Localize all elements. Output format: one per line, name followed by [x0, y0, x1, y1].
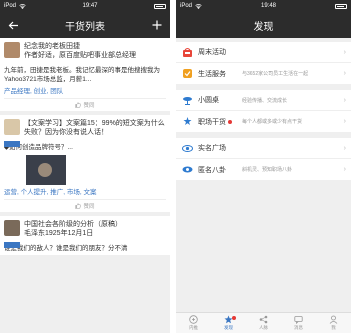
carrier-label: iPod: [4, 3, 17, 9]
menu-item-anonymous[interactable]: 匿名八卦 斜机灵、预知职场八卦 ›: [176, 159, 351, 180]
menu-item-label: 生活服务: [198, 70, 226, 78]
menu-item-label: 职场干货: [198, 117, 242, 127]
like-label: 赞同: [83, 103, 95, 109]
wifi-icon: [195, 3, 202, 9]
menu-item-desc: 与3652家公司员工生活在一起: [242, 71, 309, 77]
like-button[interactable]: 赞同: [4, 98, 166, 109]
tab-message[interactable]: 消息: [281, 313, 316, 333]
post-card[interactable]: 【文案学习】文案篇15：99%的短文案为什么失败？因为你没有说人话！ ◆如何创造…: [0, 115, 170, 216]
chevron-right-icon: ›: [343, 70, 346, 77]
status-time: 19:48: [261, 3, 277, 9]
avatar[interactable]: [4, 119, 20, 135]
tab-network[interactable]: 人脉: [246, 313, 281, 333]
post-subtitle: 毛泽东1925年12月1日: [24, 230, 94, 237]
menu-item-label: 小圆桌: [198, 97, 219, 104]
like-label: 赞同: [83, 204, 95, 210]
menu-item-round-table[interactable]: 小圆桌 经验传播、交流成长 ›: [176, 90, 351, 111]
profile-icon: [329, 315, 338, 324]
tab-label: 我: [331, 325, 336, 330]
thumbs-up-icon: [75, 102, 82, 108]
like-button[interactable]: 赞同: [4, 199, 166, 210]
post-body: 谁是我们的敌人？谁是我们的朋友？分不清: [4, 245, 128, 252]
referral-icon: [189, 315, 198, 324]
chevron-right-icon: ›: [343, 48, 346, 56]
right-screen: iPod 19:48 发现 周末活动 › 生活服务 与3652家公司员工生活在一…: [176, 0, 351, 333]
post-subtitle: 作者好适，原百度贴吧事业部总经理: [24, 52, 136, 59]
post-title: 【文案学习】文案篇15：99%的短文案为什么失败？因为你没有说人话！: [24, 120, 165, 136]
wifi-icon: [19, 3, 26, 9]
post-thumbnail[interactable]: [26, 155, 66, 185]
page-title: 发现: [253, 21, 274, 33]
post-body: ◆如何创造品牌符号？...: [4, 144, 73, 151]
menu-item-life-service[interactable]: 生活服务 与3652家公司员工生活在一起 ›: [176, 63, 351, 84]
menu-item-label: 实名广场: [198, 145, 226, 152]
post-body: 九年前，田捷是我老板。我记忆最深的事是他搜搜我为Yahoo3721市场总监，月薪…: [4, 67, 160, 83]
add-icon[interactable]: [150, 18, 164, 32]
anonymous-icon: [181, 164, 193, 176]
post-title: 纪念我的老板田捷: [24, 43, 80, 50]
menu-item-career[interactable]: 职场干货 每个人都或多或少有点干货 ›: [176, 111, 351, 132]
menu-item-desc: 斜机灵、预知职场八卦: [242, 167, 293, 173]
tab-referral[interactable]: 内推: [176, 313, 211, 333]
tab-bar: 内推 发现 人脉 消息 我: [176, 312, 351, 333]
left-screen: iPod 19:47 干货列表 纪念我的老板田捷 作者好适，原百度贴吧事业部总经…: [0, 0, 170, 333]
tab-discover[interactable]: 发现: [211, 313, 246, 333]
battery-icon: [335, 3, 347, 9]
menu-item-label: 周末活动: [198, 49, 226, 56]
avatar-badge: [4, 242, 20, 248]
tab-label: 内推: [189, 325, 198, 330]
menu-group: 小圆桌 经验传播、交流成长 › 职场干货 每个人都或多或少有点干货 ›: [176, 90, 351, 132]
menu-group: 周末活动 › 生活服务 与3652家公司员工生活在一起 ›: [176, 42, 351, 84]
chevron-right-icon: ›: [343, 118, 346, 125]
carrier-label: iPod: [180, 3, 193, 9]
tab-label: 发现: [224, 325, 233, 330]
menu-item-real-name[interactable]: 实名广场 ›: [176, 138, 351, 159]
menu-item-desc: 经验传播、交流成长: [242, 97, 288, 104]
page-title: 干货列表: [65, 21, 105, 33]
post-feed: 纪念我的老板田捷 作者好适，原百度贴吧事业部总经理 九年前，田捷是我老板。我记忆…: [0, 38, 170, 333]
round-table-icon: [181, 94, 193, 106]
chevron-right-icon: ›: [343, 96, 346, 104]
career-icon: [181, 116, 193, 128]
notification-dot: [232, 316, 236, 320]
network-icon: [259, 315, 268, 324]
tab-label: 消息: [294, 325, 303, 330]
message-icon: [294, 316, 303, 324]
post-card[interactable]: 中国社会各阶级的分析（原稿） 毛泽东1925年12月1日 谁是我们的敌人？谁是我…: [0, 216, 170, 259]
avatar[interactable]: [4, 42, 20, 58]
status-bar: iPod 19:47: [0, 0, 170, 12]
nav-bar: 干货列表: [0, 12, 170, 38]
life-service-icon: [181, 68, 193, 80]
post-title: 中国社会各阶级的分析（原稿）: [24, 221, 122, 228]
notification-dot: [228, 119, 232, 124]
post-tags[interactable]: 运营, 个人提升, 推广, 市场, 文案: [4, 186, 166, 196]
menu-item-label: 匿名八卦: [198, 166, 226, 174]
status-time: 19:47: [82, 3, 98, 9]
real-name-icon: [181, 142, 193, 154]
chevron-right-icon: ›: [343, 144, 346, 152]
post-tags[interactable]: 产品经理, 创业, 团队: [4, 85, 166, 95]
tab-profile[interactable]: 我: [316, 313, 351, 333]
menu-item-weekend[interactable]: 周末活动 ›: [176, 42, 351, 63]
thumbs-up-icon: [75, 203, 82, 209]
chevron-right-icon: ›: [343, 166, 346, 173]
discover-menu: 周末活动 › 生活服务 与3652家公司员工生活在一起 › 小圆桌 经验传播、交…: [176, 38, 351, 180]
tab-label: 人脉: [259, 325, 268, 330]
battery-icon: [154, 3, 166, 9]
back-arrow-icon[interactable]: [6, 18, 20, 32]
nav-bar: 发现: [176, 12, 351, 38]
menu-group: 实名广场 › 匿名八卦 斜机灵、预知职场八卦 ›: [176, 138, 351, 180]
avatar[interactable]: [4, 220, 20, 236]
status-bar: iPod 19:48: [176, 0, 351, 12]
weekend-icon: [181, 46, 193, 58]
avatar-badge: [4, 141, 20, 147]
menu-item-desc: 每个人都或多或少有点干货: [242, 119, 303, 125]
post-card[interactable]: 纪念我的老板田捷 作者好适，原百度贴吧事业部总经理 九年前，田捷是我老板。我记忆…: [0, 38, 170, 115]
